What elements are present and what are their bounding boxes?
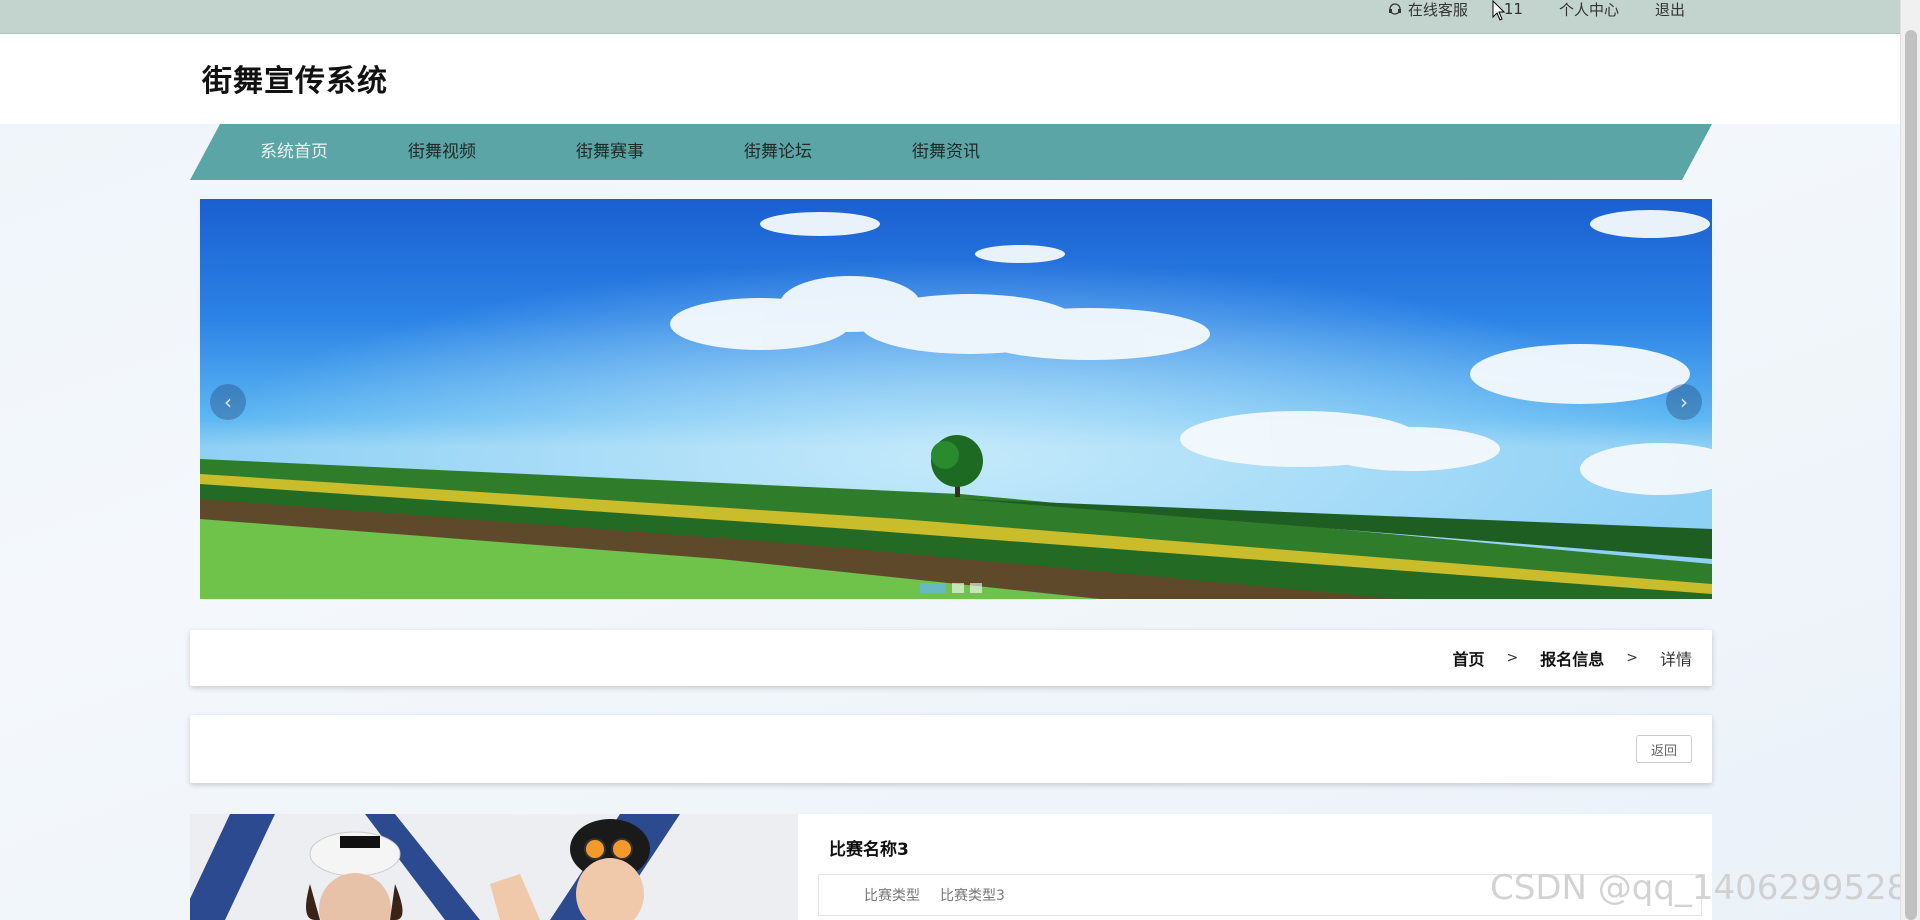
page-scrollbar[interactable] <box>1900 0 1920 920</box>
mouse-cursor-icon <box>1492 0 1506 21</box>
main-nav: 系统首页 街舞视频 街舞赛事 街舞论坛 街舞资讯 <box>190 124 1712 180</box>
username-link[interactable]: 11 <box>1504 0 1523 18</box>
breadcrumb: 首页 > 报名信息 > 详情 <box>1452 630 1692 686</box>
scrollbar-thumb[interactable] <box>1905 30 1917 920</box>
top-bar: 在线客服 11 个人中心 退出 <box>0 0 1900 34</box>
watermark: CSDN @qq_1406299528 <box>1490 868 1909 908</box>
nav-item-news[interactable]: 街舞资讯 <box>912 124 980 180</box>
carousel-dot[interactable] <box>920 583 946 593</box>
dancers-photo <box>190 814 798 920</box>
nav-item-events[interactable]: 街舞赛事 <box>576 124 644 180</box>
carousel-prev-button[interactable]: ‹ <box>210 384 246 420</box>
breadcrumb-current: 详情 <box>1659 650 1692 669</box>
breadcrumb-separator: > <box>1626 650 1638 666</box>
carousel-dot[interactable] <box>952 583 964 593</box>
logout-link[interactable]: 退出 <box>1655 0 1685 20</box>
carousel-indicators <box>920 583 982 593</box>
nav-item-forum[interactable]: 街舞论坛 <box>744 124 812 180</box>
breadcrumb-section[interactable]: 报名信息 <box>1540 646 1604 670</box>
breadcrumb-home[interactable]: 首页 <box>1452 646 1484 670</box>
banner-carousel[interactable]: ‹ › <box>200 199 1712 599</box>
site-header: 街舞宣传系统 <box>0 34 1900 124</box>
carousel-dot[interactable] <box>970 583 982 593</box>
breadcrumb-separator: > <box>1506 650 1519 666</box>
headset-icon <box>1388 3 1401 15</box>
profile-link[interactable]: 个人中心 <box>1559 0 1619 20</box>
online-service-link[interactable]: 在线客服 <box>1388 0 1468 20</box>
action-panel: 返回 <box>190 715 1712 783</box>
detail-image <box>190 814 798 920</box>
banner-image <box>200 199 1712 599</box>
field-value: 比赛类型3 <box>940 888 1005 904</box>
breadcrumb-panel: 首页 > 报名信息 > 详情 <box>190 630 1712 686</box>
nav-item-videos[interactable]: 街舞视频 <box>408 124 476 180</box>
event-name: 比赛名称3 <box>829 840 909 860</box>
online-service-label: 在线客服 <box>1407 0 1468 19</box>
top-links: 在线客服 11 个人中心 退出 <box>1388 0 1685 20</box>
field-label: 比赛类型 <box>864 888 920 904</box>
carousel-next-button[interactable]: › <box>1666 384 1702 420</box>
back-button[interactable]: 返回 <box>1636 735 1692 763</box>
nav-item-home[interactable]: 系统首页 <box>260 124 328 180</box>
site-title: 街舞宣传系统 <box>202 64 388 99</box>
